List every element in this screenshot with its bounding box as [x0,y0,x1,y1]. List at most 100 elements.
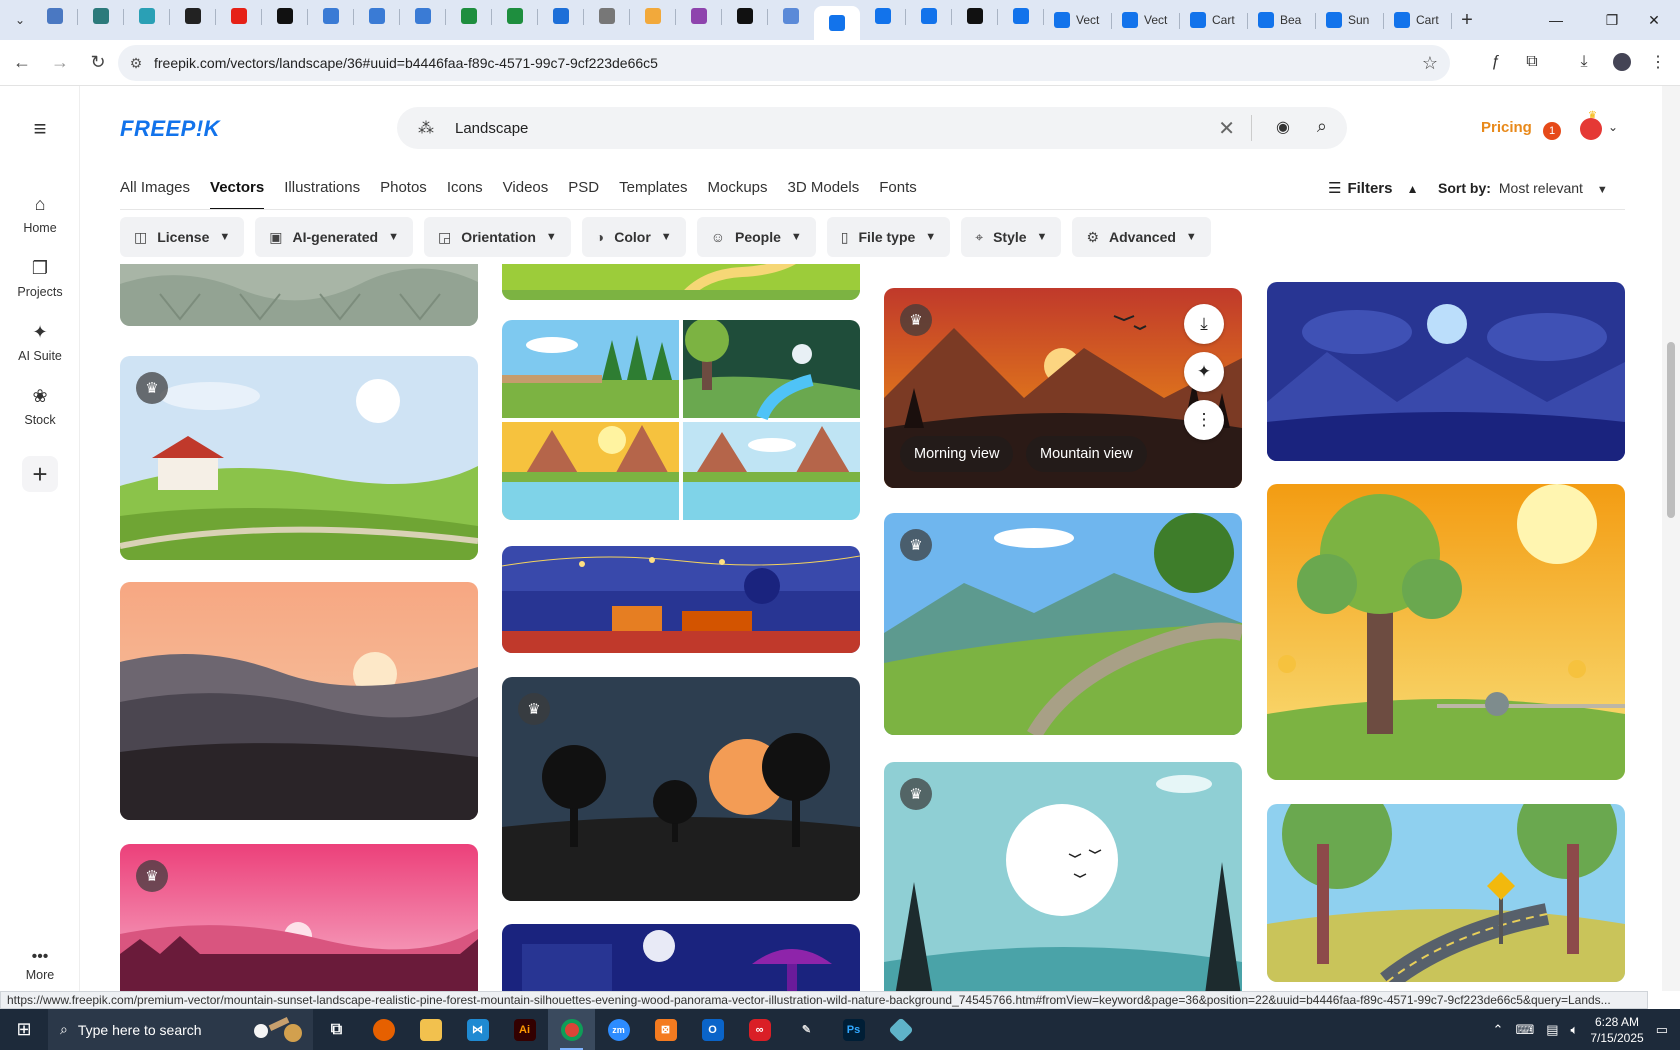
filter-style[interactable]: ⌖ Style ▼ [961,217,1062,257]
browser-tab[interactable] [676,0,722,32]
tab-all-images[interactable]: All Images [120,179,190,210]
browser-tab[interactable] [630,0,676,32]
search-input[interactable] [455,119,1215,137]
browser-tab[interactable] [952,0,998,32]
tab-illustrations[interactable]: Illustrations [284,179,360,210]
browser-tab[interactable] [32,0,78,32]
filter-orientation[interactable]: ◲ Orientation ▼ [423,217,571,257]
result-card[interactable] [502,546,860,653]
browser-tab[interactable] [354,0,400,32]
result-card-hovered[interactable]: ♛ ⤓ ✦ ⋮ Morning view Mountain view [884,288,1242,488]
downloads-icon[interactable]: ⤓ [1570,48,1598,76]
freepik-logo[interactable]: FREEP!K [120,116,220,142]
browser-tab[interactable] [308,0,354,32]
taskbar-clock[interactable]: 6:28 AM 7/15/2025 [1590,1014,1643,1046]
tag-mountain-view[interactable]: Mountain view [1026,436,1147,472]
hamburger-menu-icon[interactable]: ≡ [28,116,52,142]
filter-color[interactable]: ◑ Color ▼ [581,217,686,257]
minimize-button[interactable]: — [1528,0,1584,40]
camera-search-icon[interactable]: ◉ [1276,117,1290,137]
more-options-button[interactable]: ⋮ [1184,400,1224,440]
task-view-icon[interactable]: ⧉ [313,1009,360,1050]
browser-tab[interactable]: Bea [1248,4,1316,36]
browser-tab[interactable]: Vect [1044,4,1112,36]
address-bar[interactable]: ⚙ freepik.com/vectors/landscape/36#uuid=… [118,45,1450,81]
notifications-icon[interactable]: ▭ [1656,1022,1668,1038]
filter-ai-generated[interactable]: ▣ AI-generated ▼ [255,217,413,257]
browser-menu-icon[interactable]: ⋮ [1644,48,1672,76]
browser-tab[interactable] [446,0,492,32]
windows-start-icon[interactable]: ⊞ [0,1009,48,1050]
tab-mockups[interactable]: Mockups [707,179,767,210]
scrollbar-thumb[interactable] [1667,342,1675,518]
result-card[interactable]: ♛ [884,513,1242,735]
result-card[interactable] [1267,282,1625,461]
user-avatar[interactable]: ♛ [1580,110,1602,140]
browser-tab[interactable] [492,0,538,32]
extension-icon[interactable]: ƒ [1482,48,1510,76]
result-card[interactable] [502,264,860,300]
tab-icons[interactable]: Icons [447,179,483,210]
download-button[interactable]: ⤓ [1184,304,1224,344]
browser-tab[interactable] [78,0,124,32]
browser-tab[interactable] [538,0,584,32]
browser-tab[interactable] [170,0,216,32]
browser-tab[interactable] [400,0,446,32]
pen-tool-icon[interactable]: ✎ [783,1009,830,1050]
wifi-icon[interactable]: ▤ [1546,1022,1558,1038]
creative-cloud-icon[interactable]: ∞ [736,1009,783,1050]
tab-psd[interactable]: PSD [568,179,599,210]
tab-vectors[interactable]: Vectors [210,179,265,210]
page-scrollbar[interactable] [1662,86,1680,991]
browser-tab-active[interactable] [814,6,860,40]
clear-search-icon[interactable]: ✕ [1218,116,1235,141]
notification-badge[interactable]: 1 [1543,122,1561,140]
photoshop-icon[interactable]: Ps [830,1009,877,1050]
result-card[interactable] [120,264,478,326]
network-icon[interactable]: ⌨ [1515,1022,1534,1038]
ai-edit-button[interactable]: ✦ [1184,352,1224,392]
tab-videos[interactable]: Videos [503,179,549,210]
bookmark-star-icon[interactable]: ☆ [1422,53,1438,74]
app-diamond-icon[interactable] [877,1009,924,1050]
browser-tab[interactable] [722,0,768,32]
filter-advanced[interactable]: ⚙ Advanced ▼ [1072,217,1211,257]
result-card[interactable]: ♛ [120,844,478,991]
taskbar-search-box[interactable]: ⌕ Type here to search [48,1009,313,1050]
browser-tab[interactable] [998,0,1044,32]
ai-search-icon[interactable]: ⁂ [397,118,455,138]
vscode-icon[interactable]: ⋈ [454,1009,501,1050]
volume-icon[interactable]: 🔈︎ [1571,1022,1579,1038]
pricing-link[interactable]: Pricing [1481,119,1532,136]
result-card[interactable] [120,582,478,820]
tray-overflow-icon[interactable]: ⌃ [1493,1022,1504,1038]
illustrator-icon[interactable]: Ai [501,1009,548,1050]
close-window-button[interactable]: ✕ [1626,0,1680,40]
outlook-icon[interactable]: O [689,1009,736,1050]
result-card[interactable] [1267,484,1625,780]
tab-templates[interactable]: Templates [619,179,687,210]
tab-search-button[interactable]: ⌄ [8,8,32,32]
browser-tab[interactable] [216,0,262,32]
browser-tab[interactable] [262,0,308,32]
browser-tab[interactable]: Cart [1180,4,1248,36]
browser-tab[interactable] [860,0,906,32]
filters-toggle[interactable]: ☰ Filters ▲ [1328,179,1419,197]
browser-tab[interactable] [124,0,170,32]
new-tab-button[interactable]: + [1452,5,1482,35]
result-card[interactable] [502,320,860,520]
tag-morning-view[interactable]: Morning view [900,436,1014,472]
tab-3d-models[interactable]: 3D Models [788,179,860,210]
file-explorer-icon[interactable] [407,1009,454,1050]
filter-file-type[interactable]: ▯ File type ▼ [826,217,951,257]
result-card[interactable] [1267,804,1625,982]
browser-tab[interactable] [768,0,814,32]
browser-tab[interactable]: Vect [1112,4,1180,36]
tab-photos[interactable]: Photos [380,179,427,210]
result-card[interactable]: ♛ [884,762,1242,991]
browser-tab[interactable]: Sun [1316,4,1384,36]
browser-tab[interactable]: Cart [1384,4,1452,36]
result-card[interactable]: ♛ [120,356,478,560]
browser-tab[interactable] [906,0,952,32]
tab-fonts[interactable]: Fonts [879,179,917,210]
